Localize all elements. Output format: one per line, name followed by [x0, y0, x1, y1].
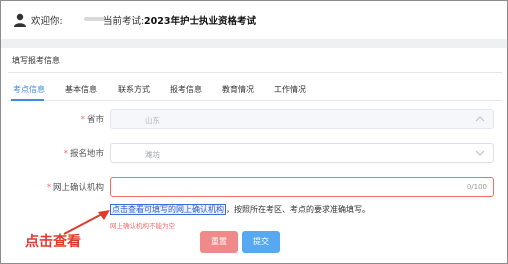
org-help-text: 点击查看可填写的网上确认机构 ，按照所在考区、考点的要求准确填写。: [110, 204, 370, 215]
tabs-baseline: [8, 100, 502, 101]
current-exam-label: 当前考试:: [103, 16, 145, 27]
org-help-suffix: ，按照所在考区、考点的要求准确填写。: [226, 205, 370, 214]
tab-exam-site[interactable]: 考点信息: [13, 84, 45, 95]
city-select[interactable]: 潍坊: [110, 143, 494, 163]
org-input[interactable]: 0/100: [110, 177, 494, 197]
reset-button[interactable]: 重置: [200, 231, 238, 253]
header-divider-strip: [1, 39, 507, 48]
tab-education[interactable]: 教育情况: [222, 84, 254, 95]
view-orgs-link[interactable]: 点击查看可填写的网上确认机构: [110, 204, 226, 215]
chevron-down-icon: [475, 150, 485, 156]
province-label: * 省市: [80, 115, 104, 125]
annotation-text: 点击查看: [25, 234, 81, 250]
org-label: * 网上确认机构: [46, 183, 104, 193]
org-char-counter: 0/100: [466, 183, 487, 191]
tab-work[interactable]: 工作情况: [274, 84, 306, 95]
section-title: 填写报考信息: [12, 56, 60, 65]
province-value: 山东: [145, 116, 160, 125]
user-icon: [14, 13, 26, 27]
submit-button[interactable]: 提交: [242, 231, 280, 253]
tab-application-info[interactable]: 报考信息: [170, 84, 202, 95]
active-tab-indicator: [11, 99, 44, 101]
org-error-message: 网上确认机构不能为空: [110, 222, 175, 230]
tab-basic-info[interactable]: 基本信息: [65, 84, 97, 95]
welcome-text: 欢迎你:: [31, 16, 63, 27]
current-exam-name: 2023年护士执业资格考试: [144, 16, 256, 27]
section-divider: [8, 72, 502, 73]
city-label: * 报名地市: [63, 149, 104, 159]
tab-contact[interactable]: 联系方式: [118, 84, 150, 95]
city-value: 潍坊: [145, 150, 160, 159]
chevron-up-icon: [475, 116, 485, 122]
province-select[interactable]: 山东: [110, 109, 494, 129]
